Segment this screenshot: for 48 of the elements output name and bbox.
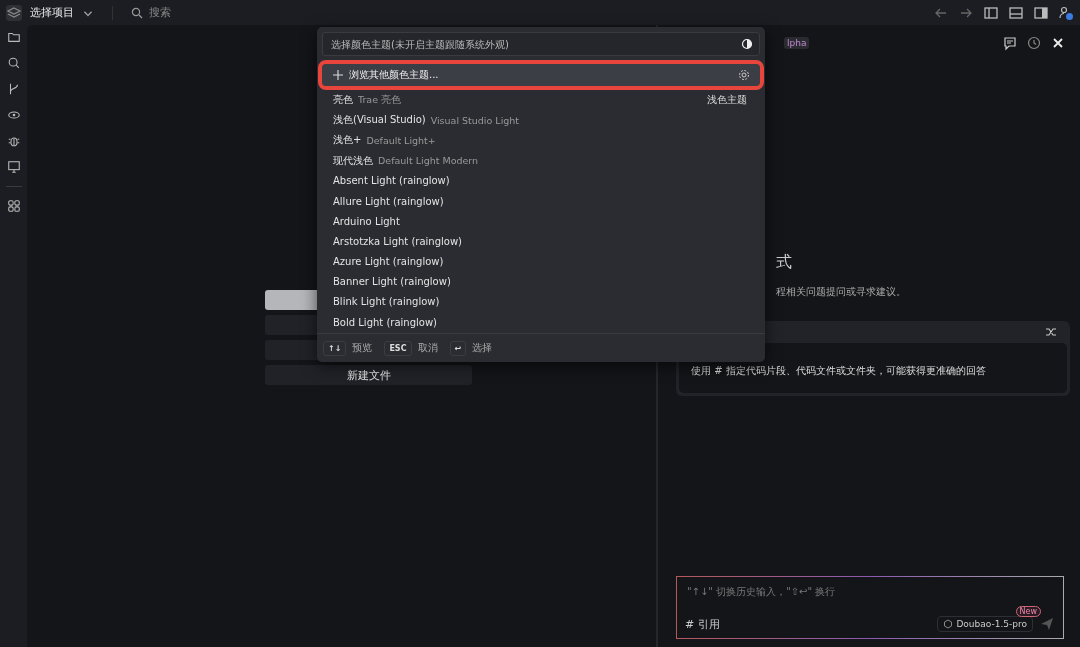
key-hint-label: 选择 <box>472 341 493 355</box>
folder-icon[interactable] <box>6 30 21 44</box>
key-hint: ↑↓ <box>323 340 347 356</box>
key-hint: ↩ <box>449 340 467 356</box>
history-icon[interactable] <box>1026 35 1042 51</box>
sidebar-toggle-icon[interactable] <box>983 4 999 21</box>
theme-item[interactable]: Banner Light (rainglow) <box>322 271 760 292</box>
key-hint-label: 取消 <box>417 341 438 355</box>
theme-item[interactable]: Azure Light (rainglow) <box>322 251 760 272</box>
theme-item[interactable]: 亮色 Trae 亮色 浅色主题 <box>322 90 760 111</box>
key-hint-label: 预览 <box>352 341 373 355</box>
theme-item[interactable]: 现代浅色 Default Light Modern <box>322 150 760 171</box>
version-badge: lpha <box>784 37 810 49</box>
welcome-button[interactable]: 新建文件 <box>265 365 472 385</box>
search-icon[interactable] <box>6 56 21 70</box>
monitor-icon[interactable] <box>6 160 21 174</box>
search-icon <box>131 6 143 19</box>
chat-input[interactable]: "↑↓" 切换历史输入，"⇧↩" 换行 # 引用 New Doubao-1.5-pro <box>676 576 1064 639</box>
new-chat-icon[interactable] <box>1002 35 1018 51</box>
right-panel-toggle-icon[interactable] <box>1033 4 1049 21</box>
theme-item[interactable]: Absent Light (rainglow) <box>322 170 760 191</box>
bug-icon[interactable] <box>6 134 21 148</box>
tip-text: 使用 # 指定代码片段、代码文件或文件夹，可能获得更准确的回答 <box>691 365 986 376</box>
send-icon[interactable] <box>1039 616 1055 632</box>
chat-mode-title: 式 <box>776 252 793 273</box>
theme-item[interactable]: 浅色(Visual Studio) Visual Studio Light <box>322 110 760 131</box>
project-selector[interactable]: 选择项目 <box>30 5 74 20</box>
search-field[interactable]: 搜索 <box>147 5 231 20</box>
key-hint: ESC <box>384 340 412 356</box>
contrast-icon[interactable] <box>741 38 753 50</box>
account-icon[interactable] <box>1058 4 1074 21</box>
theme-search-field[interactable]: 选择颜色主题(未开启主题跟随系统外观) <box>322 32 760 56</box>
shuffle-icon[interactable] <box>1045 326 1057 338</box>
theme-item[interactable]: Arstotzka Light (rainglow) <box>322 231 760 252</box>
reference-button[interactable]: # 引用 <box>685 616 720 632</box>
theme-item[interactable]: Blink Light (rainglow) <box>322 291 760 313</box>
model-selector[interactable]: Doubao-1.5-pro <box>937 616 1033 632</box>
theme-item[interactable]: 浅色+ Default Light+ <box>322 130 760 151</box>
plus-icon <box>332 69 344 81</box>
layers-icon <box>6 4 22 21</box>
theme-item[interactable]: Bold Light (rainglow) <box>322 312 760 333</box>
theme-item[interactable]: Arduino Light <box>322 211 760 232</box>
new-badge: New <box>1015 606 1041 617</box>
eye-orbit-icon[interactable] <box>6 108 21 122</box>
grid-icon[interactable] <box>6 199 21 213</box>
panel-toggle-icon[interactable] <box>1008 4 1024 21</box>
theme-item[interactable]: Allure Light (rainglow) <box>322 190 760 212</box>
chat-mode-description: 程相关问题提问或寻求建议。 <box>776 285 907 299</box>
